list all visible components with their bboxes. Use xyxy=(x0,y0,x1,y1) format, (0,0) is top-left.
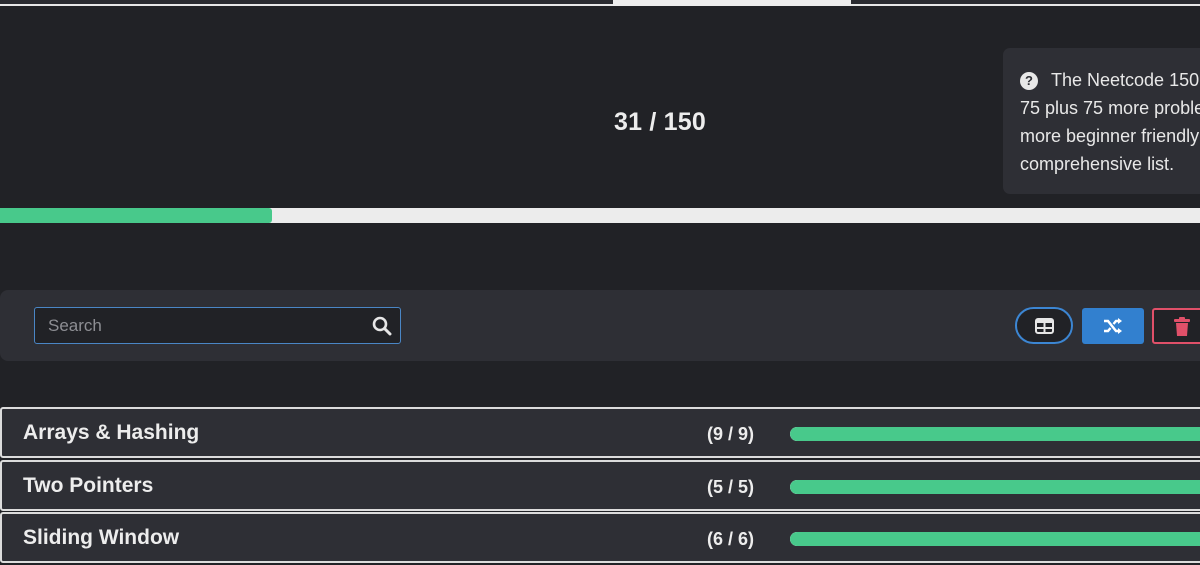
info-box: ? The Neetcode 150 75 plus 75 more proble… xyxy=(1003,48,1200,194)
info-line: ? The Neetcode 150 xyxy=(1020,66,1200,94)
category-row[interactable]: Arrays & Hashing (9 / 9) xyxy=(0,407,1200,458)
search-box xyxy=(34,307,401,344)
category-name: Sliding Window xyxy=(23,526,180,549)
table-icon xyxy=(1035,318,1054,334)
trash-icon xyxy=(1174,317,1190,336)
toolbar xyxy=(0,290,1200,361)
top-tab-strip xyxy=(0,0,1200,6)
view-toggle-button[interactable] xyxy=(1015,307,1073,344)
category-row[interactable]: Two Pointers (5 / 5) xyxy=(0,460,1200,511)
page: 31 / 150 ? The Neetcode 150 75 plus 75 mo… xyxy=(0,0,1200,565)
tab-segment[interactable] xyxy=(851,0,1200,6)
category-name: Arrays & Hashing xyxy=(23,421,200,444)
shuffle-button[interactable] xyxy=(1082,308,1144,344)
tab-segment-active[interactable] xyxy=(613,0,851,6)
overall-progress-fill xyxy=(0,208,273,223)
category-progress-fill xyxy=(790,532,1200,546)
category-row[interactable]: Sliding Window (6 / 6) xyxy=(0,512,1200,563)
category-count: (9 / 9) xyxy=(707,424,755,444)
question-circle-icon: ? xyxy=(1020,72,1038,90)
info-line: 75 plus 75 more problems xyxy=(1020,98,1200,118)
shuffle-icon xyxy=(1104,318,1122,334)
category-progress-fill xyxy=(790,427,1200,441)
search-input[interactable] xyxy=(35,308,365,343)
category-progress-bar xyxy=(790,532,1200,546)
category-count: (6 / 6) xyxy=(707,529,755,549)
tab-segment[interactable] xyxy=(0,0,613,6)
info-line: comprehensive list. xyxy=(1020,154,1175,174)
search-icon[interactable] xyxy=(372,316,392,336)
overall-progress-bar xyxy=(0,208,1200,223)
category-name: Two Pointers xyxy=(23,474,154,497)
category-progress-bar xyxy=(790,427,1200,441)
info-line: more beginner friendly xyxy=(1020,126,1200,146)
category-progress-bar xyxy=(790,480,1200,494)
reset-progress-button[interactable] xyxy=(1152,308,1200,344)
category-progress-fill xyxy=(790,480,1200,494)
overall-progress-count: 31 / 150 xyxy=(614,108,706,136)
category-count: (5 / 5) xyxy=(707,477,755,497)
